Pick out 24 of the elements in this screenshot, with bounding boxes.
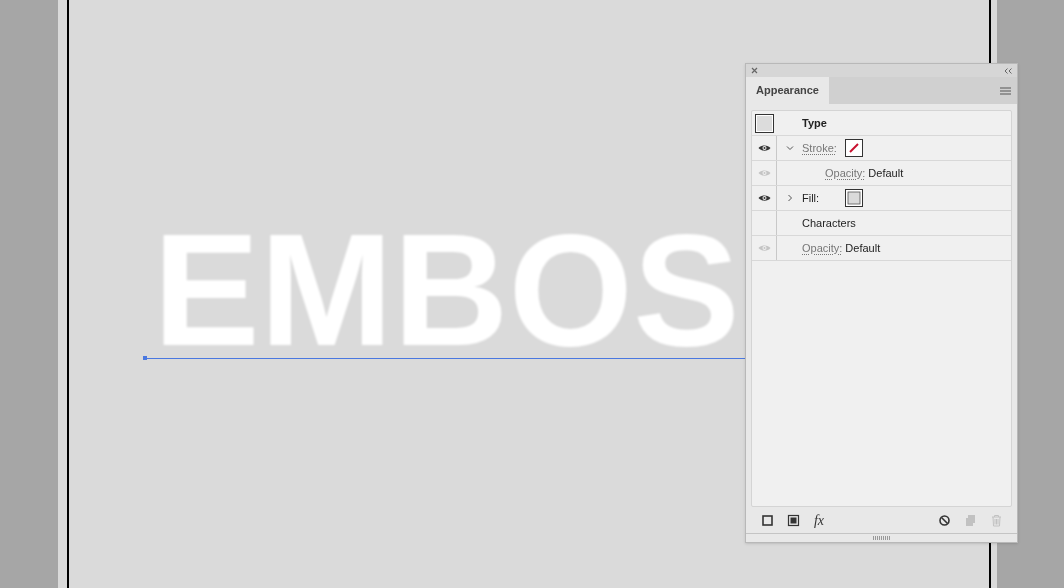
collapse-icon[interactable] — [1004, 67, 1012, 74]
property-value: Default — [868, 165, 904, 181]
eye-icon[interactable] — [757, 144, 771, 152]
row-label: Characters — [802, 215, 856, 231]
menu-icon[interactable] — [1000, 86, 1011, 95]
property-value: Default — [845, 240, 881, 256]
chevron-right-icon[interactable] — [785, 194, 794, 202]
row-label: Type — [802, 115, 827, 131]
attribute-link[interactable]: Stroke: — [802, 139, 845, 157]
eye-icon[interactable] — [757, 194, 771, 202]
color-swatch[interactable] — [845, 139, 863, 157]
property-link[interactable]: Opacity: — [825, 164, 866, 182]
add-fill-icon[interactable] — [786, 513, 800, 527]
property-link[interactable]: Opacity: — [802, 239, 843, 257]
thumbnail — [755, 113, 774, 133]
color-swatch[interactable] — [845, 189, 863, 207]
clear-icon[interactable] — [937, 513, 951, 527]
chevron-down-icon[interactable] — [785, 144, 794, 152]
add-stroke-icon[interactable] — [760, 513, 774, 527]
resize-grip[interactable] — [872, 536, 891, 540]
panel-tab[interactable]: Appearance — [746, 77, 829, 104]
effects-button[interactable]: fx — [813, 509, 825, 531]
attribute-link[interactable]: Fill: — [802, 189, 845, 207]
close-icon[interactable] — [751, 67, 758, 74]
